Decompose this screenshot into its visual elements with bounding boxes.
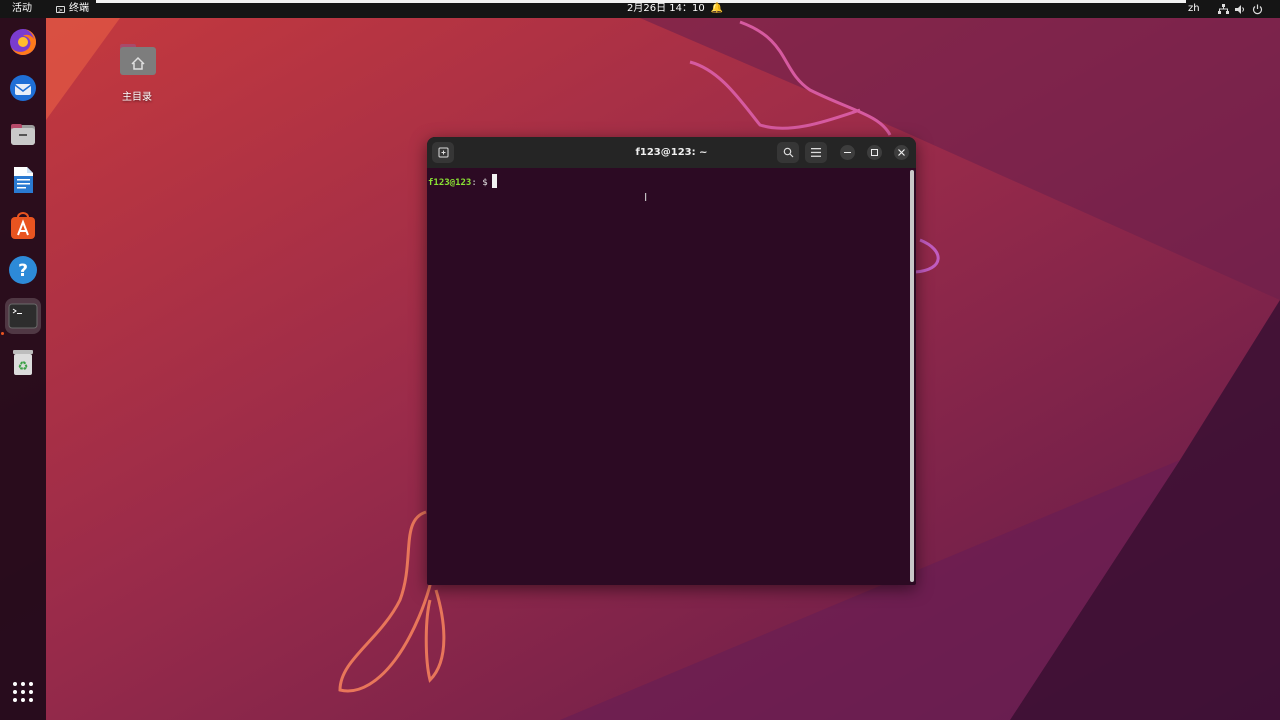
show-apps-button[interactable] bbox=[5, 674, 41, 710]
dock-item-app-center[interactable] bbox=[5, 208, 41, 244]
app-menu[interactable]: > 终端 bbox=[56, 0, 89, 18]
active-indicator bbox=[1, 332, 4, 335]
hamburger-menu-icon bbox=[811, 148, 821, 157]
maximize-icon bbox=[871, 149, 878, 156]
text-cursor bbox=[491, 174, 497, 188]
prompt-symbol: : $ bbox=[471, 178, 488, 188]
terminal-small-icon: > bbox=[56, 5, 65, 14]
system-tray[interactable] bbox=[1218, 0, 1263, 15]
firefox-icon bbox=[10, 29, 36, 55]
dock-item-terminal[interactable] bbox=[5, 298, 41, 334]
app-grid-icon bbox=[13, 682, 33, 702]
app-center-icon bbox=[11, 212, 35, 239]
new-tab-icon bbox=[438, 147, 448, 158]
mouse-ibeam-cursor: I bbox=[644, 191, 648, 204]
notification-bell-icon: 🔔 bbox=[710, 3, 724, 14]
desktop-home-folder[interactable]: 主目录 bbox=[112, 42, 162, 103]
svg-text:♻: ♻ bbox=[18, 359, 29, 373]
search-icon bbox=[783, 147, 793, 158]
trash-icon: ♻ bbox=[13, 350, 33, 375]
terminal-titlebar[interactable]: f123@123: ~ bbox=[427, 137, 916, 168]
dock-item-firefox[interactable] bbox=[5, 24, 41, 60]
terminal-window[interactable]: f123@123: ~ f123@123: $ I bbox=[427, 137, 916, 585]
app-menu-label: 终端 bbox=[69, 3, 89, 14]
menu-button[interactable] bbox=[805, 142, 827, 163]
new-tab-button[interactable] bbox=[432, 142, 454, 163]
thunderbird-icon bbox=[10, 75, 36, 101]
home-folder-label: 主目录 bbox=[122, 92, 152, 103]
minimize-icon bbox=[844, 152, 851, 153]
terminal-output[interactable]: f123@123: $ I bbox=[427, 168, 916, 585]
clock[interactable]: 2月26日 14：10 🔔 bbox=[627, 0, 723, 18]
dock-item-trash[interactable]: ♻ bbox=[5, 344, 41, 380]
close-icon bbox=[898, 149, 905, 156]
clock-label: 2月26日 14：10 bbox=[627, 3, 705, 14]
volume-icon bbox=[1235, 5, 1244, 14]
svg-text:?: ? bbox=[18, 261, 28, 281]
close-button[interactable] bbox=[894, 145, 909, 160]
writer-icon bbox=[14, 167, 33, 193]
power-icon bbox=[1252, 4, 1263, 15]
terminal-icon bbox=[8, 303, 38, 329]
top-bar: 活动 > 终端 2月26日 14：10 🔔 zh bbox=[0, 0, 1280, 18]
files-icon bbox=[11, 124, 35, 145]
minimize-button[interactable] bbox=[840, 145, 855, 160]
network-icon bbox=[1218, 4, 1229, 14]
dock: ? ♻ bbox=[0, 18, 46, 720]
dock-item-writer[interactable] bbox=[5, 162, 41, 198]
input-method-indicator[interactable]: zh bbox=[1188, 0, 1200, 18]
dock-item-help[interactable]: ? bbox=[5, 252, 41, 288]
maximize-button[interactable] bbox=[867, 145, 882, 160]
search-button[interactable] bbox=[777, 142, 799, 163]
help-icon: ? bbox=[9, 256, 37, 284]
activities-button[interactable]: 活动 bbox=[12, 0, 32, 18]
dock-item-thunderbird[interactable] bbox=[5, 70, 41, 106]
prompt-user-host: f123@123 bbox=[428, 178, 472, 188]
shell-prompt: f123@123: $ bbox=[428, 174, 497, 188]
home-folder-icon bbox=[119, 42, 156, 75]
scrollbar[interactable] bbox=[910, 170, 914, 582]
dock-item-files[interactable] bbox=[5, 116, 41, 152]
